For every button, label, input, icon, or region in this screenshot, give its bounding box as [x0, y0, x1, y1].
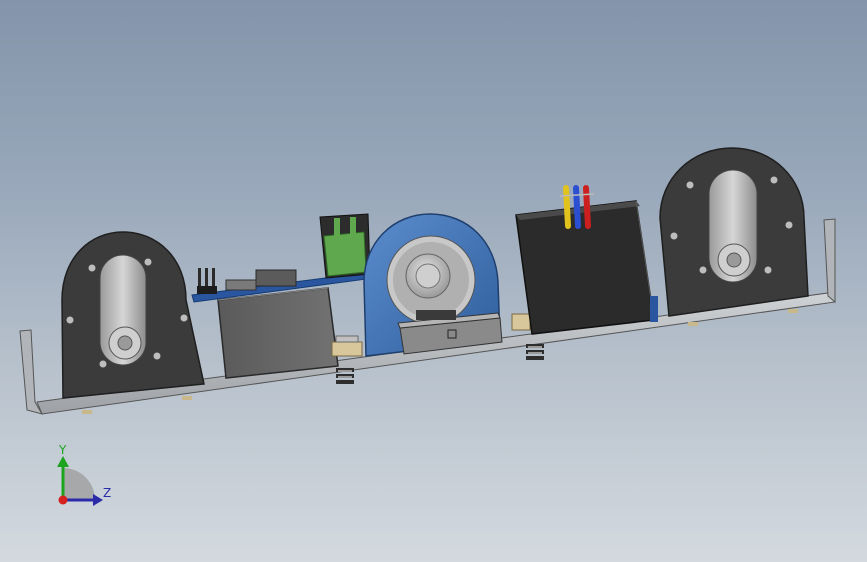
spring-right — [526, 344, 544, 360]
axis-triad — [57, 456, 103, 506]
terminal-block[interactable] — [319, 213, 371, 279]
cad-viewport[interactable]: Y Z — [0, 0, 867, 562]
cad-model-scene[interactable] — [0, 0, 867, 562]
spring-left — [336, 368, 354, 384]
axis-z-label: Z — [103, 486, 112, 500]
right-wheel-bracket[interactable] — [659, 147, 809, 317]
axis-y-label: Y — [59, 443, 67, 457]
colored-wires[interactable] — [559, 185, 595, 229]
left-wheel-bracket[interactable] — [61, 231, 205, 399]
